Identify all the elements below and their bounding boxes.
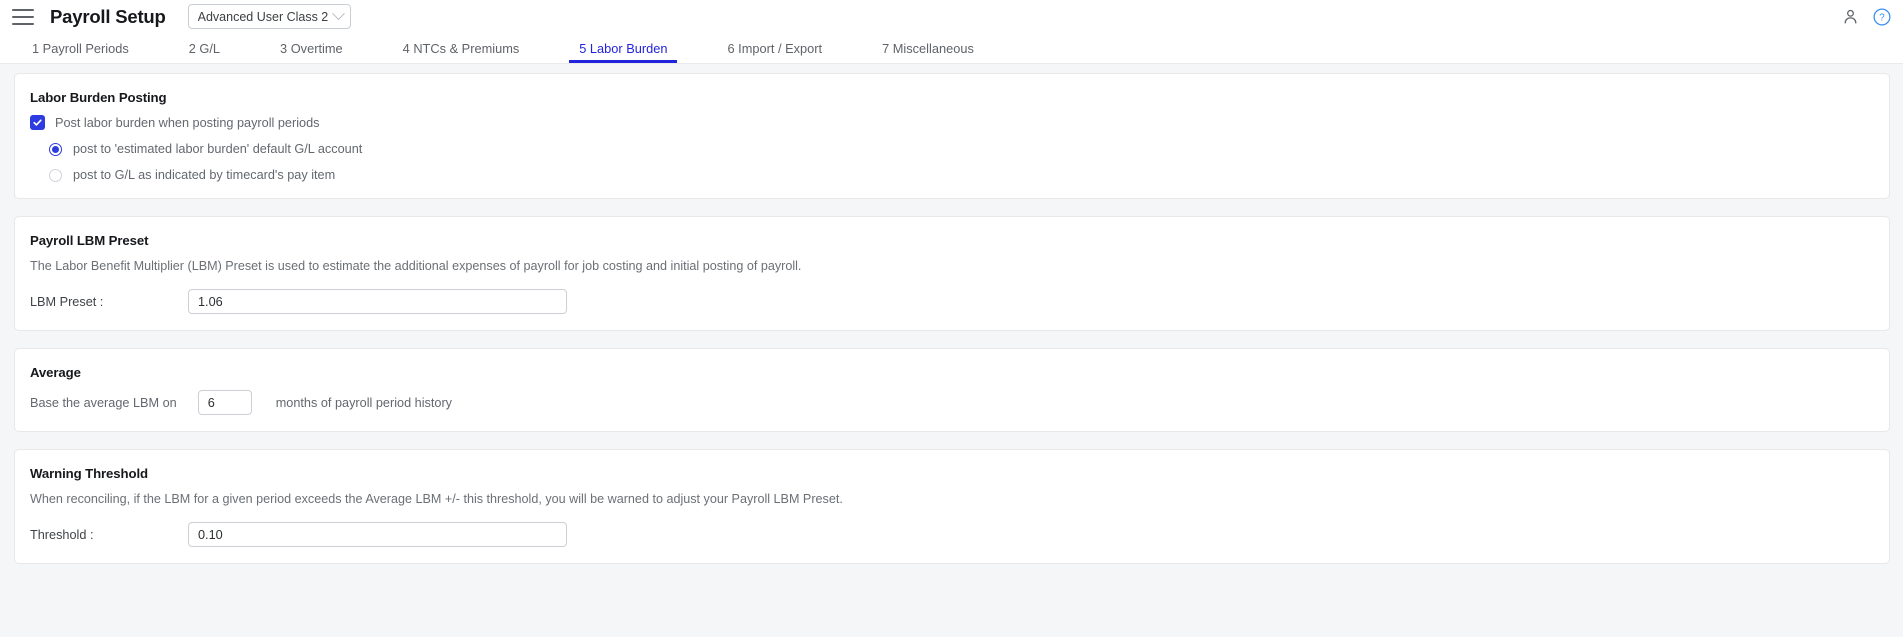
- checkbox-label-post-labor-burden: Post labor burden when posting payroll p…: [55, 115, 320, 130]
- chevron-down-icon: [331, 7, 345, 21]
- card-payroll-lbm-preset: Payroll LBM Preset The Labor Benefit Mul…: [14, 216, 1890, 331]
- label-months-of-payroll-period-history: months of payroll period history: [275, 395, 453, 410]
- main-content: Labor Burden Posting Post labor burden w…: [0, 64, 1903, 564]
- card-warning-threshold: Warning Threshold When reconciling, if t…: [14, 449, 1890, 564]
- radio-label-post-gl-by-timecard-pay-item: post to G/L as indicated by timecard's p…: [73, 168, 336, 182]
- threshold-input[interactable]: [188, 522, 567, 547]
- radio-label-post-estimated-default-gl: post to 'estimated labor burden' default…: [73, 142, 363, 156]
- tab-payroll-periods[interactable]: 1 Payroll Periods: [26, 33, 135, 63]
- field-row-lbm-preset: LBM Preset :: [30, 289, 1874, 314]
- label-base-average-lbm-on: Base the average LBM on: [30, 395, 177, 410]
- tab-gl[interactable]: 2 G/L: [183, 33, 226, 63]
- radio-post-gl-by-timecard-pay-item[interactable]: post to G/L as indicated by timecard's p…: [49, 168, 1874, 182]
- page-title: Payroll Setup: [50, 5, 166, 27]
- user-class-select[interactable]: Advanced User Class 2: [187, 4, 351, 29]
- hamburger-bar: [12, 15, 34, 18]
- tab-import-export[interactable]: 6 Import / Export: [721, 33, 828, 63]
- tab-miscellaneous[interactable]: 7 Miscellaneous: [876, 33, 980, 63]
- header-actions: ?: [1842, 0, 1891, 33]
- radio-post-estimated-default-gl[interactable]: post to 'estimated labor burden' default…: [49, 142, 1874, 156]
- user-class-selected-value: Advanced User Class 2: [197, 9, 329, 24]
- tab-bar: 1 Payroll Periods 2 G/L 3 Overtime 4 NTC…: [0, 33, 1903, 64]
- label-lbm-preset: LBM Preset :: [30, 294, 104, 309]
- lbm-preset-input[interactable]: [188, 289, 567, 314]
- tab-overtime[interactable]: 3 Overtime: [274, 33, 349, 63]
- radio-icon-unselected: [49, 168, 62, 182]
- tab-ntcs-premiums[interactable]: 4 NTCs & Premiums: [397, 33, 526, 63]
- label-threshold: Threshold :: [30, 527, 94, 542]
- average-months-input[interactable]: [197, 390, 252, 415]
- checkbox-icon-checked: [30, 115, 45, 130]
- card-labor-burden-posting: Labor Burden Posting Post labor burden w…: [14, 73, 1890, 199]
- section-title-payroll-lbm-preset: Payroll LBM Preset: [30, 233, 149, 248]
- section-title-average: Average: [30, 365, 81, 380]
- person-icon[interactable]: [1842, 8, 1859, 25]
- tab-labor-burden[interactable]: 5 Labor Burden: [569, 33, 678, 63]
- hamburger-bar: [12, 22, 34, 25]
- help-circle-icon[interactable]: ?: [1873, 7, 1891, 26]
- section-title-labor-burden-posting: Labor Burden Posting: [30, 90, 167, 105]
- section-description-warning-threshold: When reconciling, if the LBM for a given…: [30, 492, 843, 506]
- app-header: Payroll Setup Advanced User Class 2 ?: [0, 0, 1903, 33]
- svg-text:?: ?: [1879, 12, 1885, 23]
- checkbox-post-labor-burden[interactable]: Post labor burden when posting payroll p…: [30, 115, 1874, 130]
- hamburger-bar: [12, 8, 34, 11]
- field-row-threshold: Threshold :: [30, 522, 1874, 547]
- section-description-payroll-lbm-preset: The Labor Benefit Multiplier (LBM) Prese…: [30, 259, 802, 273]
- radio-icon-selected: [49, 142, 62, 156]
- card-average: Average Base the average LBM on months o…: [14, 348, 1890, 432]
- hamburger-icon[interactable]: [12, 8, 34, 25]
- field-row-average-months: Base the average LBM on months of payrol…: [30, 390, 1874, 415]
- section-title-warning-threshold: Warning Threshold: [30, 466, 148, 481]
